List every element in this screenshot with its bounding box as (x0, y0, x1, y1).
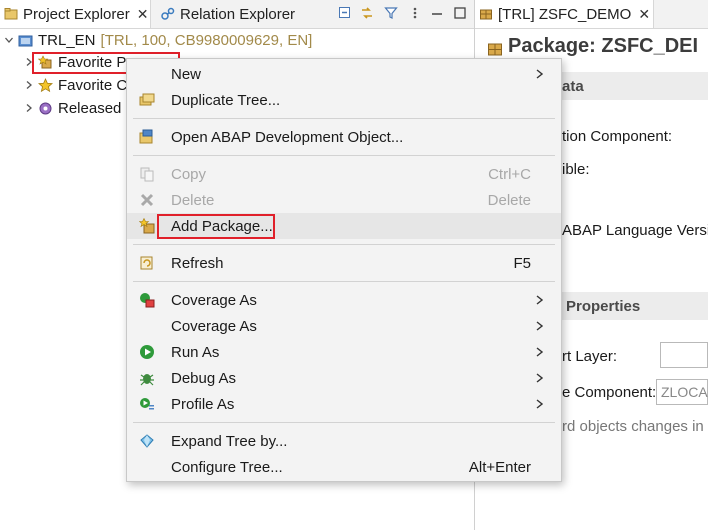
menu-item-label: Configure Tree... (171, 458, 283, 476)
open-object-icon (139, 129, 153, 144)
delete-icon (140, 193, 154, 207)
menu-separator (133, 118, 555, 119)
menu-separator (133, 244, 555, 245)
diamond-icon (140, 434, 154, 448)
highlight-box-add-package (157, 214, 275, 239)
software-component-input[interactable]: ZLOCA (656, 379, 708, 405)
editor-tab-bar: [TRL] ZSFC_DEMO ✕ (475, 0, 708, 29)
coverage-icon (140, 293, 155, 308)
maximize-icon[interactable] (453, 6, 467, 20)
star-icon (38, 77, 53, 92)
menu-item-delete: Delete Delete (127, 187, 561, 213)
menu-item-label: New (171, 65, 202, 83)
menu-item-label: Delete (171, 191, 215, 209)
relation-explorer-icon (161, 7, 175, 20)
tree-node-label: Released (58, 99, 122, 117)
tab-relation-explorer[interactable]: Relation Explorer (157, 0, 317, 28)
copy-icon (140, 167, 154, 182)
collapse-all-icon[interactable] (338, 6, 352, 20)
menu-item-expand-tree[interactable]: Expand Tree by... (127, 428, 561, 454)
menu-item-label: Coverage As (171, 291, 257, 309)
menu-item-configure-tree[interactable]: Configure Tree... Alt+Enter (127, 454, 561, 480)
menu-item-shortcut: Alt+Enter (468, 458, 531, 476)
tree-node-label: Favorite C (58, 76, 128, 94)
tree-node-details: [TRL, 100, CB9980009629, EN] (100, 31, 313, 49)
menu-item-label: Open ABAP Development Object... (171, 128, 404, 146)
context-menu: New Duplicate Tree... Open ABAP Developm… (126, 58, 562, 482)
left-tab-bar: Project Explorer ✕ Relation Explorer (0, 0, 474, 29)
menu-item-run-as[interactable]: Run As (127, 339, 561, 365)
close-icon[interactable]: ✕ (137, 6, 149, 23)
chevron-right-icon (536, 373, 543, 383)
chevron-right-icon (536, 69, 543, 79)
filter-icon[interactable] (384, 6, 398, 20)
refresh-icon (140, 256, 153, 270)
tab-relation-explorer-label: Relation Explorer (180, 5, 296, 23)
menu-item-profile-as[interactable]: Profile As (127, 391, 561, 417)
tab-project-explorer-label: Project Explorer (23, 5, 130, 23)
menu-item-open-abap-object[interactable]: Open ABAP Development Object... (127, 124, 561, 150)
label-transport-layer: rt Layer: (562, 348, 618, 365)
page-title: Package: ZSFC_DEI (508, 35, 699, 57)
link-with-editor-icon[interactable] (360, 6, 374, 20)
editor-tab-label: [TRL] ZSFC_DEMO (498, 5, 632, 23)
view-menu-icon[interactable] (408, 6, 422, 20)
section-title: Properties (566, 297, 641, 315)
tree-node-trl-en[interactable]: TRL_EN [TRL, 100, CB9980009629, EN] (4, 29, 312, 51)
transport-layer-input[interactable] (660, 342, 708, 368)
chevron-right-icon[interactable] (24, 80, 34, 90)
minimize-icon[interactable] (430, 6, 444, 20)
menu-item-shortcut: F5 (513, 254, 531, 272)
menu-item-label: Duplicate Tree... (171, 91, 281, 109)
chevron-right-icon[interactable] (24, 103, 34, 113)
tree-node-label: TRL_EN (38, 31, 96, 49)
label-record-changes: rd objects changes in (562, 418, 704, 435)
label-responsible: ible: (562, 161, 590, 178)
profile-icon (140, 398, 154, 410)
tab-zsfc-demo[interactable]: [TRL] ZSFC_DEMO ✕ (475, 0, 654, 28)
abap-project-icon (18, 35, 33, 46)
bug-icon (140, 374, 154, 386)
add-package-icon (139, 218, 155, 234)
duplicate-folder-icon (139, 93, 155, 106)
menu-separator (133, 422, 555, 423)
tree-node-favorite-objects[interactable]: Favorite C (24, 74, 127, 96)
chevron-down-icon[interactable] (4, 35, 14, 45)
label-software-component: e Component: (562, 384, 657, 401)
menu-item-new[interactable]: New (127, 61, 561, 87)
menu-item-label: Coverage As (171, 317, 257, 335)
close-icon[interactable]: ✕ (638, 6, 650, 23)
gear-icon (39, 102, 52, 114)
label-application-component: tion Component: (562, 128, 673, 145)
chevron-right-icon (536, 347, 543, 357)
menu-item-label: Debug As (171, 369, 237, 387)
label-abap-language-version: ABAP Language Versi (562, 222, 708, 239)
tab-project-explorer[interactable]: Project Explorer ✕ (0, 0, 151, 28)
package-icon (488, 43, 502, 56)
menu-item-label: Run As (171, 343, 220, 361)
menu-item-label: Profile As (171, 395, 235, 413)
chevron-right-icon (536, 399, 543, 409)
project-explorer-icon (4, 8, 18, 20)
menu-item-label: Copy (171, 165, 207, 183)
chevron-right-icon (536, 295, 543, 305)
menu-separator (133, 155, 555, 156)
tree-node-released[interactable]: Released (24, 97, 121, 119)
menu-item-label: Expand Tree by... (171, 432, 288, 450)
menu-item-copy: Copy Ctrl+C (127, 161, 561, 187)
chevron-right-icon (536, 321, 543, 331)
menu-item-coverage-as-1[interactable]: Coverage As (127, 287, 561, 313)
menu-item-coverage-as-2[interactable]: Coverage As (127, 313, 561, 339)
menu-separator (133, 281, 555, 282)
menu-item-debug-as[interactable]: Debug As (127, 365, 561, 391)
menu-item-label: Refresh (171, 254, 224, 272)
section-title: ata (562, 77, 584, 95)
menu-item-duplicate-tree[interactable]: Duplicate Tree... (127, 87, 561, 113)
menu-item-refresh[interactable]: Refresh F5 (127, 250, 561, 276)
menu-item-shortcut: Delete (487, 191, 531, 209)
run-icon (140, 345, 154, 359)
menu-item-shortcut: Ctrl+C (488, 165, 531, 183)
package-icon (480, 9, 492, 20)
